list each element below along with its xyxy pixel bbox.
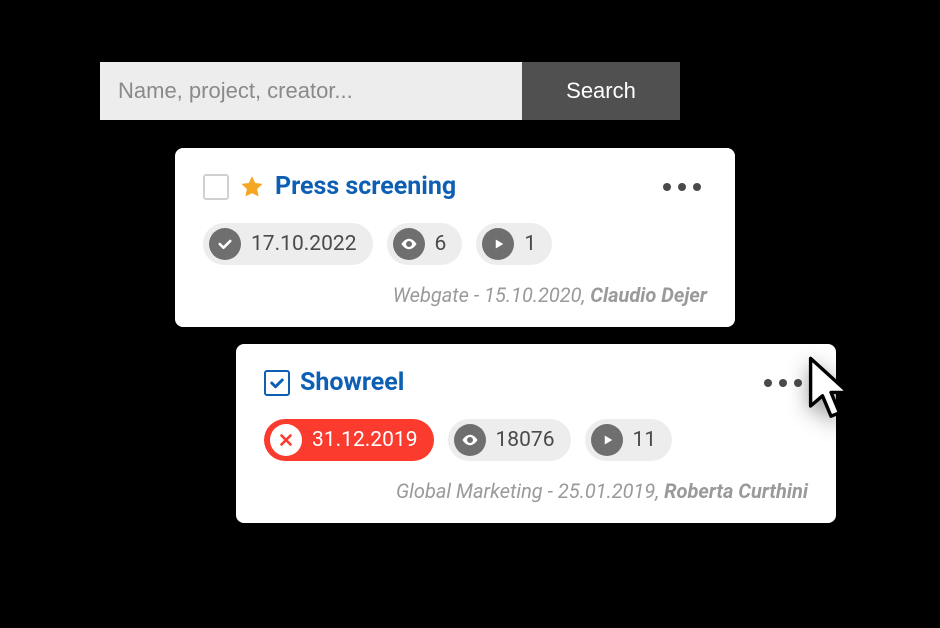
status-chip: 31.12.2019 <box>264 419 434 461</box>
more-menu[interactable] <box>758 373 808 393</box>
plays-count: 1 <box>524 232 536 256</box>
play-icon <box>482 228 514 260</box>
views-count: 6 <box>435 232 447 256</box>
status-chip: 17.10.2022 <box>203 223 373 265</box>
status-date: 31.12.2019 <box>312 428 418 452</box>
project-card: Showreel 31.12.2019 18076 11 Global <box>236 344 836 523</box>
card-meta: Webgate - 15.10.2020, Claudio Dejer <box>203 283 707 307</box>
more-menu[interactable] <box>657 177 707 197</box>
card-header: Press screening <box>203 172 707 201</box>
plays-count: 11 <box>633 428 657 452</box>
meta-comma: , <box>582 283 591 307</box>
meta-date: 15.10.2020 <box>484 283 581 307</box>
star-icon <box>239 174 265 200</box>
dots-icon <box>663 183 671 191</box>
dots-icon <box>678 183 686 191</box>
meta-comma: , <box>655 479 664 503</box>
views-chip: 18076 <box>448 419 571 461</box>
chip-row: 31.12.2019 18076 11 <box>264 419 808 461</box>
check-circle-icon <box>209 228 241 260</box>
meta-project: Global Marketing <box>396 479 543 503</box>
card-title[interactable]: Press screening <box>275 172 456 201</box>
meta-date: 25.01.2019 <box>558 479 655 503</box>
x-circle-icon <box>270 424 302 456</box>
plays-chip: 11 <box>585 419 673 461</box>
meta-project: Webgate <box>393 283 469 307</box>
meta-sep: - <box>474 283 484 307</box>
project-card: Press screening 17.10.2022 6 1 Webga <box>175 148 735 327</box>
eye-icon <box>393 228 425 260</box>
select-checkbox[interactable] <box>264 370 290 396</box>
chip-row: 17.10.2022 6 1 <box>203 223 707 265</box>
dots-icon <box>693 183 701 191</box>
dots-icon <box>779 379 787 387</box>
status-date: 17.10.2022 <box>251 232 357 256</box>
views-chip: 6 <box>387 223 463 265</box>
search-button[interactable]: Search <box>522 62 680 120</box>
search-bar: Search <box>100 62 680 120</box>
card-meta: Global Marketing - 25.01.2019, Roberta C… <box>264 479 808 503</box>
plays-chip: 1 <box>476 223 552 265</box>
eye-icon <box>454 424 486 456</box>
card-header: Showreel <box>264 368 808 397</box>
search-input[interactable] <box>100 62 522 120</box>
views-count: 18076 <box>496 428 555 452</box>
card-title[interactable]: Showreel <box>300 368 404 397</box>
meta-creator: Roberta Curthini <box>664 479 808 503</box>
meta-creator: Claudio Dejer <box>590 283 707 307</box>
checkmark-icon <box>268 374 286 392</box>
play-icon <box>591 424 623 456</box>
dots-icon <box>794 379 802 387</box>
select-checkbox[interactable] <box>203 174 229 200</box>
dots-icon <box>764 379 772 387</box>
meta-sep: - <box>548 479 558 503</box>
